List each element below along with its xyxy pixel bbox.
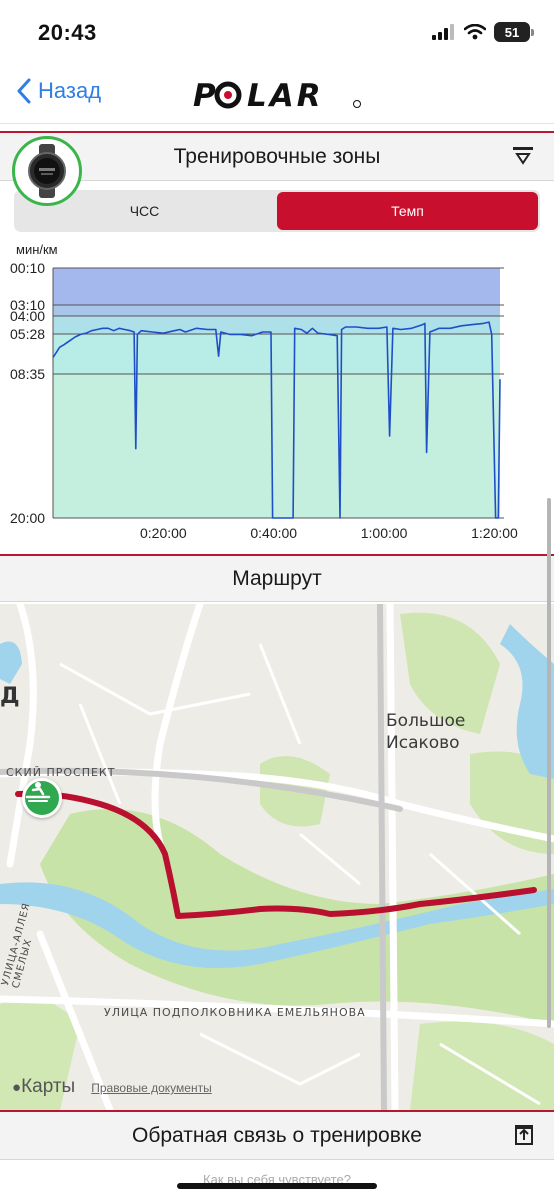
polar-logo: P LAR (193, 80, 361, 110)
x-tick-label: 1:20:00 (471, 525, 518, 541)
maps-brand: ●Карты (12, 1076, 76, 1097)
zones-tab-bar: ЧСС Темп (14, 190, 540, 232)
map-street-label: СКИЙ ПРОСПЕКТ (6, 766, 116, 779)
back-button[interactable]: Назад (16, 78, 101, 104)
y-tick-label: 05:28 (10, 326, 45, 342)
share-icon[interactable] (514, 1124, 534, 1146)
wifi-icon (464, 24, 486, 40)
apple-icon: ● (12, 1079, 22, 1096)
watch-avatar (12, 136, 82, 206)
zone-band (53, 305, 500, 316)
route-title: Маршрут (232, 566, 322, 590)
home-indicator (177, 1183, 377, 1189)
y-tick-label: 00:10 (10, 260, 45, 276)
watch-icon (28, 144, 66, 198)
x-tick-label: 0:20:00 (140, 525, 187, 541)
filter-icon[interactable] (512, 146, 534, 166)
x-tick-label: 0:40:00 (250, 525, 297, 541)
zone-band (53, 334, 500, 374)
y-tick-label: 04:00 (10, 308, 45, 324)
tab-pace[interactable]: Темп (277, 192, 538, 230)
rowing-icon (25, 782, 51, 802)
lake (0, 641, 22, 684)
park-area (410, 1021, 554, 1110)
svg-text:LAR: LAR (247, 80, 324, 110)
status-bar: 20:43 51 (0, 0, 554, 62)
pace-chart-svg: 00:1003:1004:0005:2808:3520:000:20:00 0:4… (10, 260, 518, 541)
x-tick-label: 1:00:00 (361, 525, 408, 541)
y-tick-label: 20:00 (10, 510, 45, 526)
status-icons: 51 (432, 22, 534, 42)
route-header: Маршрут (0, 554, 554, 602)
map-edge-label: Д (0, 684, 20, 709)
training-zones-title: Тренировочные зоны (173, 144, 381, 168)
feedback-title: Обратная связь о тренировке (132, 1123, 422, 1147)
rowing-start-marker[interactable] (22, 778, 62, 818)
map-attribution: ●Карты Правовые документы (12, 1076, 212, 1098)
map-street-label: УЛИЦА ПОДПОЛКОВНИКА ЕМЕЛЬЯНОВА (104, 1006, 366, 1019)
scrollbar[interactable] (547, 498, 551, 1028)
cellular-signal-icon (432, 24, 454, 40)
map-place-label: Большое Исаково (386, 711, 466, 753)
zone-band (53, 374, 500, 518)
map-canvas (0, 604, 554, 1110)
battery-icon: 51 (494, 22, 534, 42)
nav-bar: Назад P LAR (0, 62, 554, 124)
legal-documents-link[interactable]: Правовые документы (91, 1081, 212, 1095)
status-time: 20:43 (38, 20, 97, 45)
y-tick-label: 08:35 (10, 366, 45, 382)
back-label: Назад (38, 78, 102, 103)
training-zones-header: Тренировочные зоны (0, 131, 554, 181)
feedback-header[interactable]: Обратная связь о тренировке (0, 1110, 554, 1160)
pace-zones-chart: мин/км 00:10 03:10 04:00 05:28 08:35 20:00 0:2… (0, 238, 554, 548)
chevron-left-icon (17, 78, 31, 104)
zone-band (53, 268, 500, 305)
route-map[interactable]: Большое Исаково СКИЙ ПРОСПЕКТ УЛИЦА ПОДП… (0, 604, 554, 1110)
